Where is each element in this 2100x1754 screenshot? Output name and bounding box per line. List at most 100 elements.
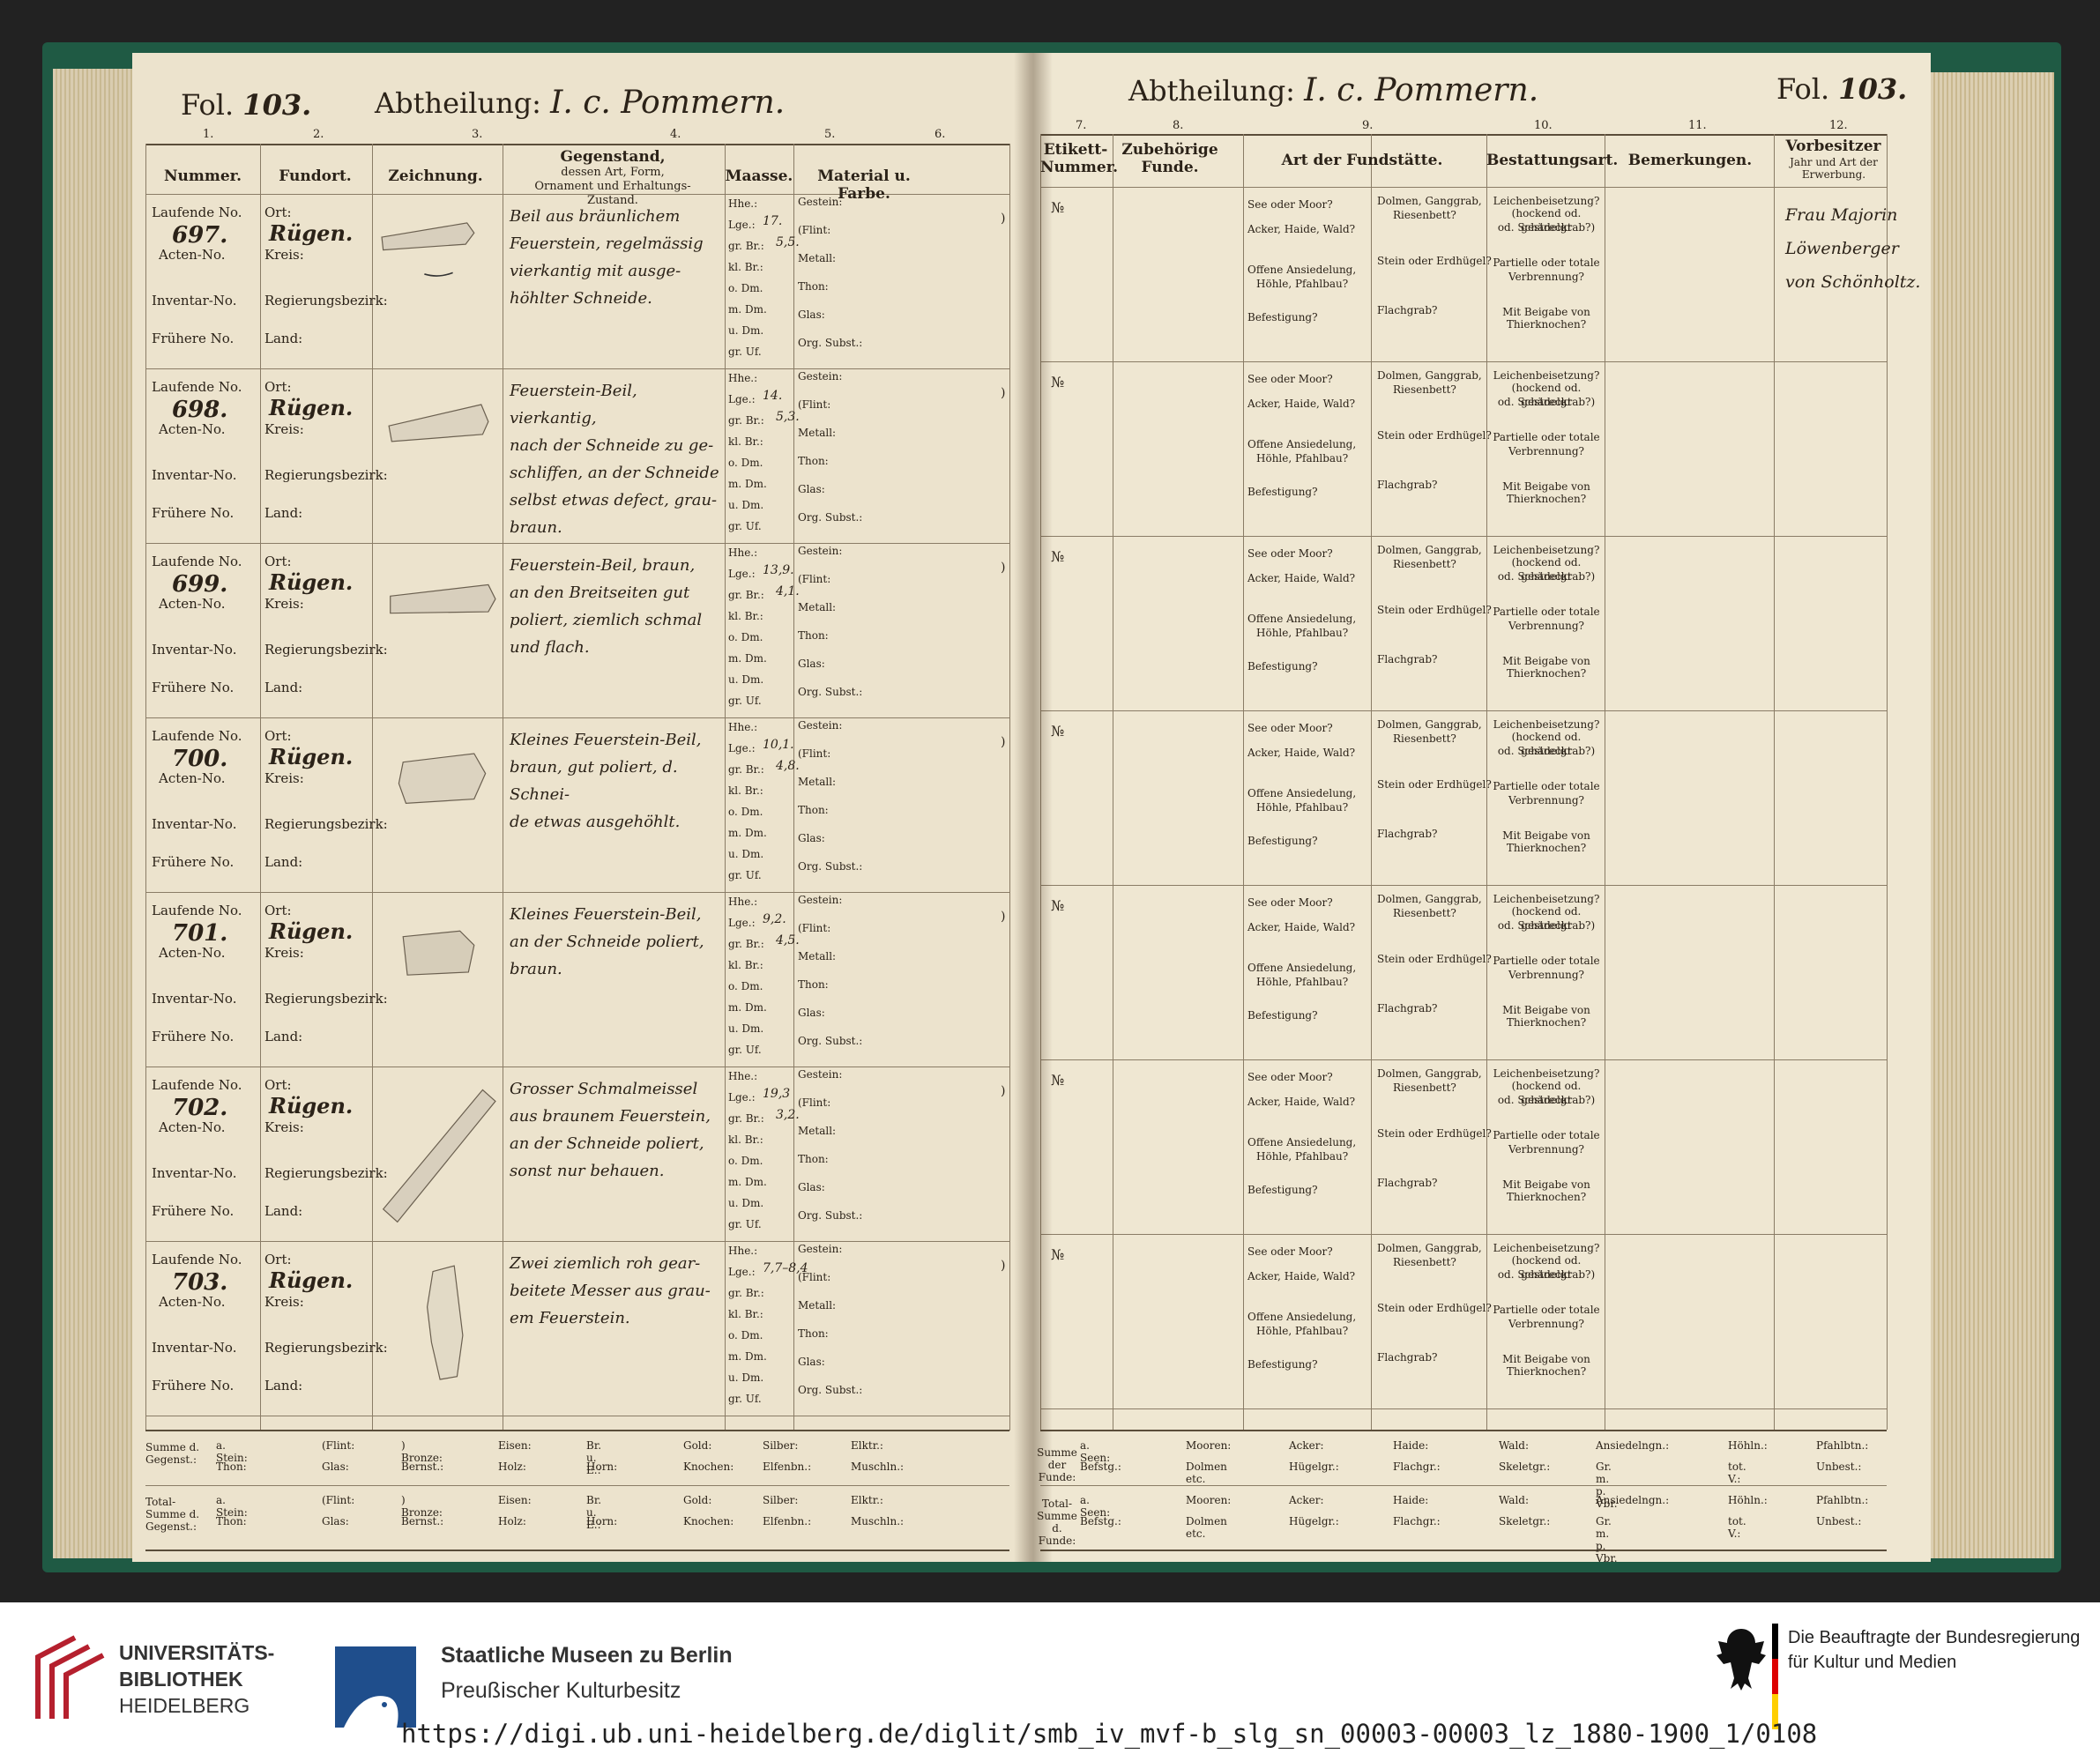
artifact-sketch bbox=[388, 404, 489, 442]
material-label: Thon: bbox=[798, 280, 829, 293]
total-summe-label-3: Gegenst.: bbox=[145, 1520, 197, 1533]
artifact-sketch bbox=[398, 753, 487, 805]
ledger-row-right: № See oder Moor? Acker, Haide, Wald? Offene… bbox=[1031, 536, 1895, 710]
regierungsbezirk-label: Regierungsbezirk: bbox=[264, 816, 388, 832]
description-line: an den Breitseiten gut bbox=[510, 583, 690, 602]
summe-field-bottom: Glas: bbox=[322, 1460, 349, 1473]
summe-field-top: Haide: bbox=[1393, 1439, 1429, 1452]
summe-field-top: Acker: bbox=[1289, 1494, 1324, 1506]
acten-no-label: Acten-No. bbox=[159, 945, 226, 961]
material-label: Metall: bbox=[798, 950, 837, 962]
page-edges-left bbox=[53, 69, 141, 1558]
summe-field-bottom: Dolmen etc. bbox=[1186, 1515, 1227, 1540]
kreis-label: Kreis: bbox=[264, 1119, 304, 1135]
ort-value: Rügen. bbox=[269, 918, 354, 944]
inventar-no-label: Inventar-No. bbox=[152, 642, 237, 658]
measure-label: gr. Uf. bbox=[728, 346, 762, 358]
column-number: 11. bbox=[1688, 119, 1707, 132]
description-line: Feuerstein-Beil, braun, bbox=[510, 556, 696, 575]
col-header-gegenstand: Gegenstand, bbox=[560, 148, 666, 166]
description-line: braun. bbox=[510, 518, 562, 537]
summe-field-top: Elktr.: bbox=[851, 1494, 883, 1506]
summe-field-top: (Flint: bbox=[322, 1494, 355, 1506]
bestattung-label: Thierknochen? bbox=[1506, 842, 1587, 854]
kreis-label: Kreis: bbox=[264, 596, 304, 612]
laufende-no-label: Laufende No. bbox=[152, 554, 242, 569]
material-label: Glas: bbox=[798, 483, 825, 495]
fundstaette-label: Acker, Haide, Wald? bbox=[1247, 1270, 1356, 1282]
laufende-no-label: Laufende No. bbox=[152, 1077, 242, 1093]
summe-field-bottom: Bernst.: bbox=[401, 1515, 444, 1527]
grab-label: Riesenbett? bbox=[1393, 209, 1456, 221]
column-number: 10. bbox=[1534, 119, 1553, 132]
ort-label: Ort: bbox=[264, 204, 292, 220]
bestattung-label: Verbrennung? bbox=[1508, 1318, 1584, 1330]
col-header-maasse: Maasse. bbox=[725, 167, 793, 185]
fundstaette-label: Befestigung? bbox=[1247, 835, 1318, 847]
fundstaette-label: See oder Moor? bbox=[1247, 722, 1333, 734]
abtheilung-value: I. c. Pommern. bbox=[550, 85, 786, 121]
measure-label: gr. Uf. bbox=[728, 520, 762, 532]
material-label: Metall: bbox=[798, 1125, 837, 1137]
measure-label: gr. Uf. bbox=[728, 1044, 762, 1056]
acten-no-label: Acten-No. bbox=[159, 421, 226, 437]
col-header-nummer: Nummer. bbox=[163, 167, 242, 185]
fol-number-right: 103. bbox=[1838, 72, 1908, 106]
uni-line-3: HEIDELBERG bbox=[119, 1694, 250, 1717]
bkm-name: Die Beauftragte der Bundesregierung für … bbox=[1788, 1625, 2080, 1675]
fundstaette-label: See oder Moor? bbox=[1247, 547, 1333, 560]
header-rule-top bbox=[1040, 134, 1887, 136]
entry-number: 703. bbox=[172, 1269, 228, 1296]
description-line: und flach. bbox=[510, 638, 590, 657]
ort-label: Ort: bbox=[264, 554, 292, 569]
bestattung-label: Thierknochen? bbox=[1506, 1016, 1587, 1029]
fundstaette-label: Befestigung? bbox=[1247, 311, 1318, 323]
laufende-no-label: Laufende No. bbox=[152, 204, 242, 220]
material-label: (Flint: bbox=[798, 398, 831, 411]
column-number: 8. bbox=[1173, 119, 1184, 132]
bestattung-label: Partielle oder totale bbox=[1493, 955, 1600, 967]
university-library-logo-icon bbox=[35, 1635, 105, 1719]
summe-label-2: Gegenst.: bbox=[145, 1453, 197, 1466]
fundstaette-label: Offene Ansiedelung, bbox=[1247, 438, 1357, 450]
ledger-row: Laufende No. 697. Acten-No. Inventar-No. Frü… bbox=[132, 194, 1014, 368]
summe-field-bottom: tot. V.: bbox=[1728, 1515, 1746, 1540]
artifact-sketch bbox=[402, 930, 475, 976]
fundstaette-label: Acker, Haide, Wald? bbox=[1247, 398, 1356, 410]
measure-label: gr. Uf. bbox=[728, 869, 762, 881]
land-label: Land: bbox=[264, 331, 303, 346]
land-label: Land: bbox=[264, 1378, 303, 1394]
ledger-row: Laufende No. 699. Acten-No. Inventar-No. Frü… bbox=[132, 543, 1014, 717]
measure-label: gr. Uf. bbox=[728, 695, 762, 707]
acten-no-label: Acten-No. bbox=[159, 596, 226, 612]
measure-label: gr. Uf. bbox=[728, 1218, 762, 1230]
column-number: 1. bbox=[203, 128, 214, 141]
length-value: 13,9. bbox=[763, 563, 794, 577]
fundstaette-label: Befestigung? bbox=[1247, 1358, 1318, 1371]
ledger-row-right: № See oder Moor? Acker, Haide, Wald? Offene… bbox=[1031, 1059, 1895, 1234]
footer-bar: UNIVERSITÄTS- BIBLIOTHEK HEIDELBERG Staa… bbox=[0, 1602, 2100, 1754]
etikett-number-mark: № bbox=[1051, 1246, 1065, 1263]
fundstaette-label: See oder Moor? bbox=[1247, 896, 1333, 909]
smb-line-1: Staatliche Museen zu Berlin bbox=[441, 1643, 733, 1668]
length-value: 17. bbox=[763, 214, 783, 228]
inventar-no-label: Inventar-No. bbox=[152, 293, 237, 308]
description-line: Kleines Feuerstein-Beil, bbox=[510, 905, 702, 924]
entry-number: 700. bbox=[172, 746, 228, 772]
bestattung-label: Thierknochen? bbox=[1506, 318, 1587, 331]
vorbesitzer-line-3: von Schönholtz. bbox=[1785, 272, 1921, 292]
summe-field-bottom: Skeletgr.: bbox=[1499, 1515, 1551, 1527]
smb-eagle-logo-icon bbox=[335, 1646, 416, 1728]
bestattung-label: Thierknochen? bbox=[1506, 1365, 1587, 1378]
bracket-mark: ) bbox=[1001, 561, 1006, 575]
summe-field-bottom: Hügelgr.: bbox=[1289, 1460, 1339, 1473]
bestattung-label: od. Schädelgrab?) bbox=[1497, 919, 1596, 932]
grab-label: Stein oder Erdhügel? bbox=[1377, 1302, 1492, 1314]
laufende-no-label: Laufende No. bbox=[152, 903, 242, 918]
kreis-label: Kreis: bbox=[264, 945, 304, 961]
summe-field-top: Ansiedelngn.: bbox=[1596, 1494, 1670, 1506]
regierungsbezirk-label: Regierungsbezirk: bbox=[264, 293, 388, 308]
source-url[interactable]: https://digi.ub.uni-heidelberg.de/diglit… bbox=[401, 1719, 1817, 1749]
vorbesitzer-entry: Frau Majorin Löwenberger von Schönholtz. bbox=[1785, 198, 1920, 299]
summe-field-bottom: Thon: bbox=[216, 1515, 247, 1527]
